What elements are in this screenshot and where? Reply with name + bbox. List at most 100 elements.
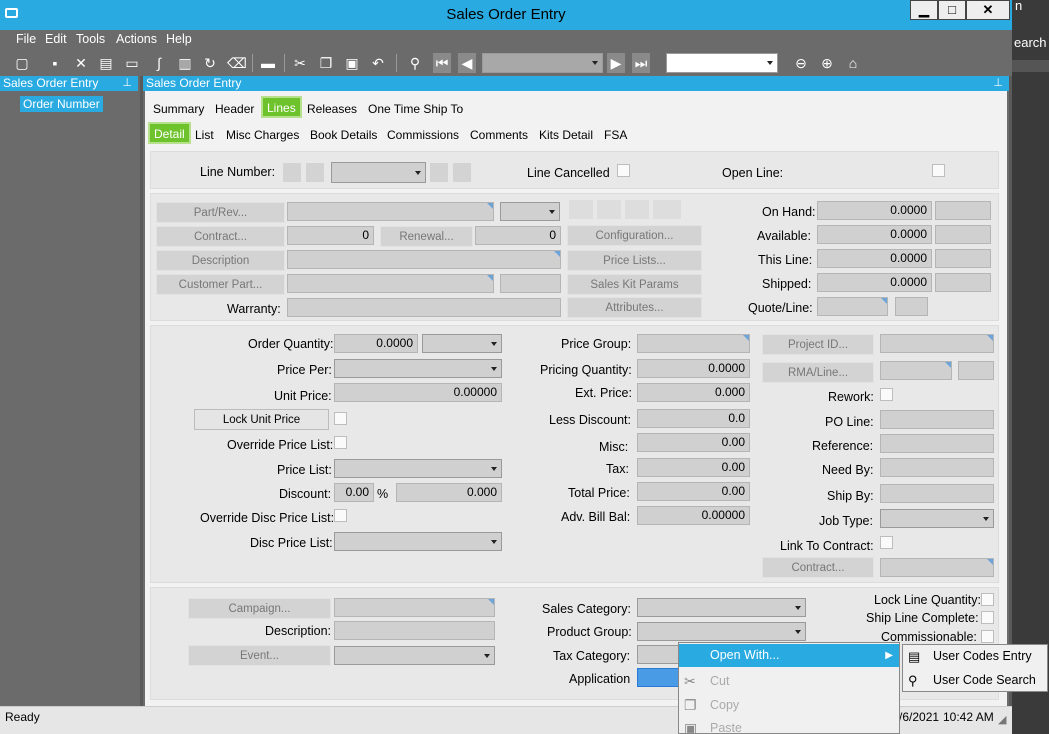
command-combo[interactable] <box>666 53 778 73</box>
renewal-field[interactable]: 0 <box>475 226 561 245</box>
ship-by-field[interactable] <box>880 484 994 503</box>
rma-line-button[interactable]: RMA/Line... <box>762 362 874 383</box>
contract-button[interactable]: Contract... <box>156 226 285 247</box>
tree-item-order-number[interactable]: Order Number <box>20 96 103 112</box>
search-icon[interactable]: ⚲ <box>406 53 424 73</box>
pin-icon[interactable]: ⊥ <box>122 76 132 91</box>
event-selector[interactable] <box>334 646 495 665</box>
customer-part-rev-field[interactable] <box>500 274 561 293</box>
tab-comments[interactable]: Comments <box>466 125 532 145</box>
line-cancelled-checkbox[interactable] <box>617 164 630 177</box>
quote-field[interactable] <box>817 297 888 316</box>
lock-unit-price-button[interactable]: Lock Unit Price <box>194 409 329 430</box>
rework-checkbox[interactable] <box>880 388 893 401</box>
po-line-field[interactable] <box>880 410 994 429</box>
application-field[interactable] <box>637 668 679 687</box>
next-line-icon[interactable] <box>429 162 449 183</box>
minimize-button[interactable]: ▁ <box>910 0 938 20</box>
need-by-field[interactable] <box>880 458 994 477</box>
refresh-icon[interactable]: ↻ <box>201 53 219 73</box>
reference-field[interactable] <box>880 434 994 453</box>
unit-price-field[interactable]: 0.00000 <box>334 383 502 402</box>
delete-icon[interactable]: ✕ <box>72 53 90 73</box>
contract-link-button[interactable]: Contract... <box>762 557 874 578</box>
open-with-menu-item[interactable]: Open With... ▶ <box>679 644 899 667</box>
last-line-icon[interactable] <box>452 162 472 183</box>
link-to-contract-checkbox[interactable] <box>880 536 893 549</box>
override-disc-price-list-checkbox[interactable] <box>334 509 347 522</box>
customer-part-button[interactable]: Customer Part... <box>156 274 285 295</box>
print-preview-icon[interactable]: ▥ <box>176 53 194 73</box>
forward-icon[interactable]: ⊕ <box>818 53 836 73</box>
menu-edit[interactable]: Edit <box>45 32 67 46</box>
book-icon[interactable]: ▤ <box>97 53 115 73</box>
pin-icon[interactable]: ⊥ <box>993 76 1003 91</box>
copy-icon[interactable]: ❐ <box>317 53 335 73</box>
record-selector[interactable] <box>482 53 603 73</box>
undo-icon[interactable]: ↶ <box>369 53 387 73</box>
bottom-description-field[interactable] <box>334 621 495 640</box>
price-list-selector[interactable] <box>334 459 502 478</box>
description-button[interactable]: Description <box>156 250 285 271</box>
customer-part-field[interactable] <box>287 274 494 293</box>
product-group-selector[interactable] <box>637 622 806 641</box>
config-image-icon[interactable] <box>652 199 682 220</box>
warranty-field[interactable] <box>287 298 561 317</box>
user-code-search-menu-item[interactable]: ⚲ User Code Search <box>903 669 1047 692</box>
discount-percent-field[interactable]: 0.00 <box>334 483 374 502</box>
attach-icon[interactable]: ∫ <box>150 53 168 73</box>
paste-menu-item[interactable]: ▣ Paste <box>679 717 899 733</box>
last-record-icon[interactable]: ⏭ <box>632 53 650 73</box>
tab-misc-charges[interactable]: Misc Charges <box>222 125 303 145</box>
rma-line-field[interactable] <box>958 361 994 380</box>
first-record-icon[interactable]: ⏮ <box>433 53 451 73</box>
tab-kits-detail[interactable]: Kits Detail <box>535 125 597 145</box>
revision-selector[interactable] <box>500 202 560 221</box>
sales-category-selector[interactable] <box>637 598 806 617</box>
renewal-button[interactable]: Renewal... <box>380 226 473 247</box>
tax-category-selector[interactable] <box>637 645 679 664</box>
open-line-checkbox[interactable] <box>932 164 945 177</box>
menu-help[interactable]: Help <box>166 32 192 46</box>
part-rev-button[interactable]: Part/Rev... <box>156 202 285 223</box>
tab-summary[interactable]: Summary <box>149 99 208 119</box>
tab-releases[interactable]: Releases <box>303 99 361 119</box>
cut-icon[interactable]: ✂ <box>291 53 309 73</box>
menu-tools[interactable]: Tools <box>76 32 105 46</box>
new-icon[interactable]: ▢ <box>13 53 31 73</box>
event-button[interactable]: Event... <box>188 645 331 666</box>
prev-line-icon[interactable] <box>305 162 325 183</box>
next-record-icon[interactable]: ▶ <box>607 53 625 73</box>
attributes-button[interactable]: Attributes... <box>567 297 702 318</box>
order-quantity-field[interactable]: 0.0000 <box>334 334 418 353</box>
tab-header[interactable]: Header <box>211 99 258 119</box>
home-icon[interactable]: ⌂ <box>844 53 862 73</box>
copy-menu-item[interactable]: ❐ Copy <box>679 694 899 717</box>
menu-actions[interactable]: Actions <box>116 32 157 46</box>
order-quantity-uom-selector[interactable] <box>422 334 502 353</box>
configuration-button[interactable]: Configuration... <box>567 225 702 246</box>
project-id-button[interactable]: Project ID... <box>762 334 874 355</box>
job-type-selector[interactable] <box>880 509 994 528</box>
campaign-field[interactable] <box>334 598 495 617</box>
project-id-field[interactable] <box>880 334 994 353</box>
tab-lines[interactable]: Lines <box>261 96 302 118</box>
campaign-button[interactable]: Campaign... <box>188 598 331 619</box>
discount-amount-field[interactable]: 0.000 <box>396 483 502 502</box>
close-button[interactable]: ✕ <box>966 0 1010 20</box>
config-expand-icon[interactable] <box>596 199 622 220</box>
lock-unit-price-checkbox[interactable] <box>334 412 347 425</box>
back-icon[interactable]: ⊖ <box>792 53 810 73</box>
clear-icon[interactable]: ⌫ <box>227 53 247 73</box>
print-icon[interactable]: ▬ <box>259 53 277 73</box>
tab-commissions[interactable]: Commissions <box>383 125 463 145</box>
price-per-selector[interactable] <box>334 359 502 378</box>
paste-icon[interactable]: ▣ <box>343 53 361 73</box>
pricing-quantity-field[interactable]: 0.0000 <box>637 359 750 378</box>
commissionable-checkbox[interactable] <box>981 630 994 643</box>
price-group-field[interactable] <box>637 334 750 353</box>
menu-file[interactable]: File <box>16 32 36 46</box>
sales-kit-params-button[interactable]: Sales Kit Params <box>567 274 702 295</box>
note-icon[interactable]: ▭ <box>123 53 141 73</box>
config-collapse-icon[interactable] <box>624 199 650 220</box>
